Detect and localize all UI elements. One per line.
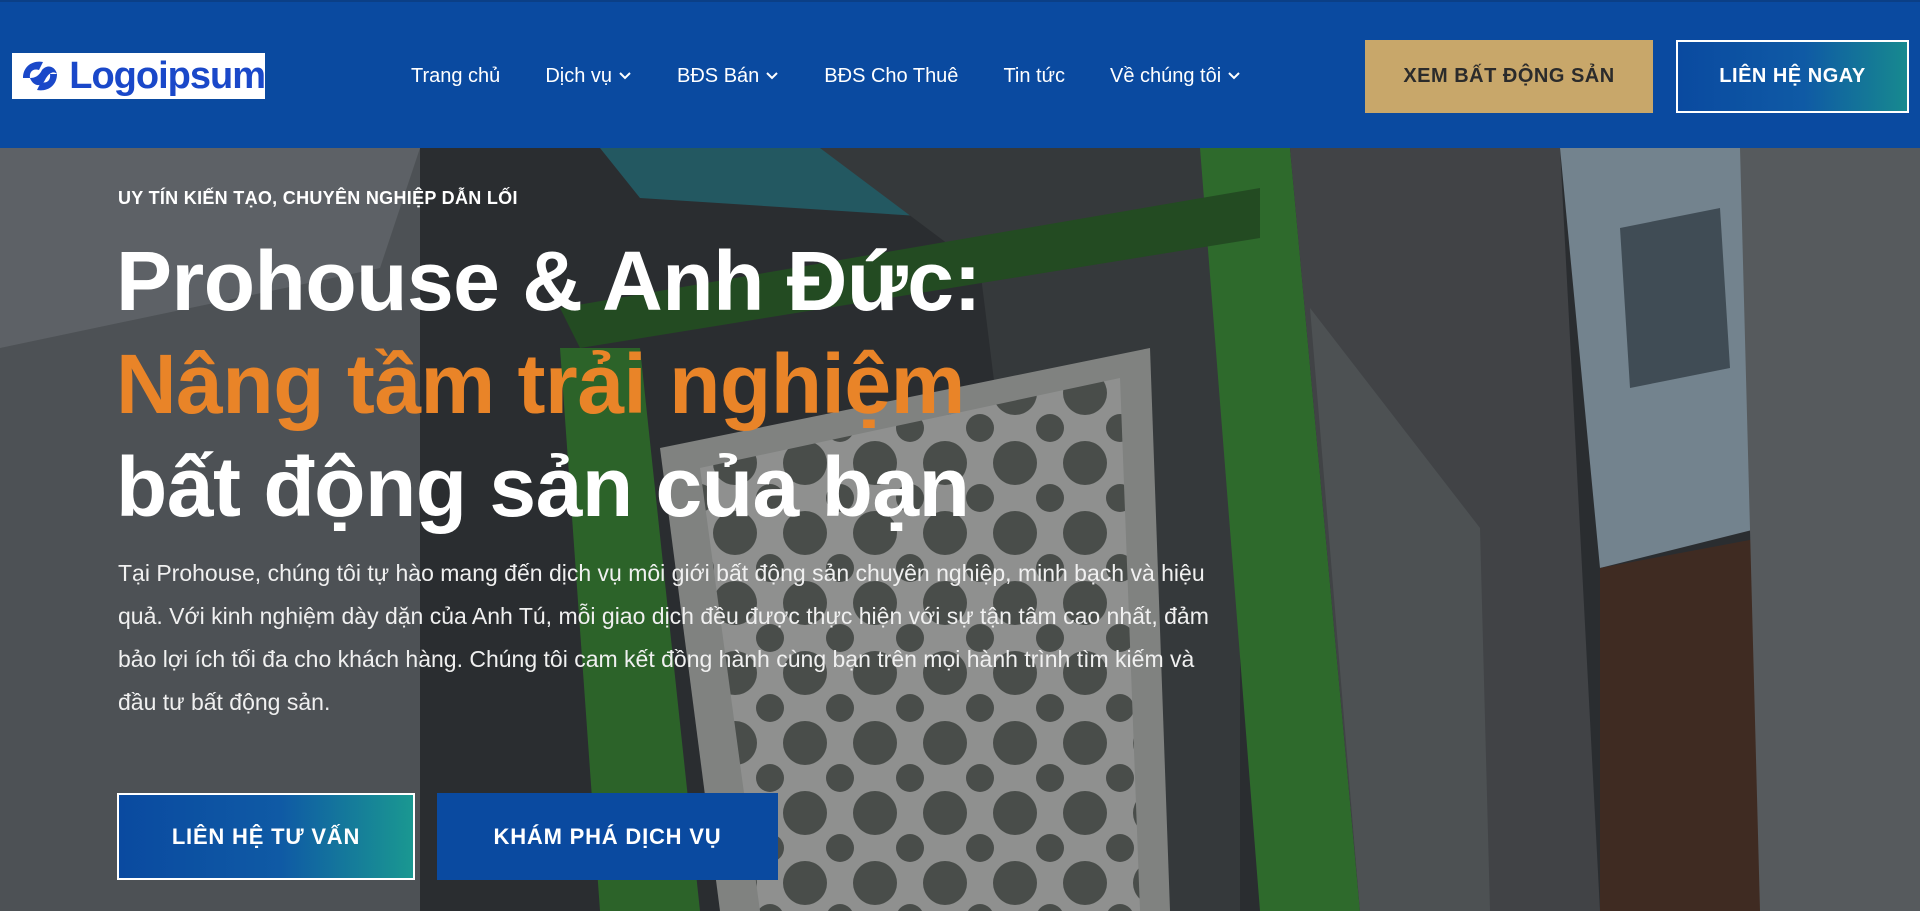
main-nav: Trang chủ Dịch vụ BĐS Bán BĐS Cho Thuê T…	[411, 2, 1241, 150]
nav-item-services[interactable]: Dịch vụ	[545, 65, 632, 88]
chevron-down-icon	[618, 71, 632, 81]
nav-item-property-sale[interactable]: BĐS Bán	[677, 65, 779, 88]
nav-item-label: Về chúng tôi	[1109, 64, 1222, 87]
hero-description: Tại Prohouse, chúng tôi tự hào mang đến …	[118, 560, 1209, 715]
brand-logo[interactable]: Logoipsum	[12, 53, 266, 99]
hero-kicker: UY TÍN KIẾN TẠO, CHUYÊN NGHIỆP DẪN LỐI	[118, 188, 518, 208]
consult-button[interactable]: LIÊN HỆ TƯ VẤN	[117, 793, 415, 880]
hero-title-line3: bất động sản của bạn	[116, 440, 970, 534]
nav-item-label: BĐS Cho Thuê	[824, 64, 959, 87]
nav-item-label: BĐS Bán	[677, 64, 760, 87]
hero-title-line2: Nâng tầm trải nghiệm	[116, 337, 965, 431]
chevron-down-icon	[765, 71, 779, 81]
logo-icon	[12, 53, 67, 99]
nav-item-about[interactable]: Về chúng tôi	[1110, 65, 1241, 88]
contact-now-button[interactable]: LIÊN HỆ NGAY	[1676, 40, 1909, 113]
nav-item-label: Tin tức	[1003, 64, 1065, 87]
nav-item-news[interactable]: Tin tức	[1003, 65, 1065, 88]
site-header: Logoipsum Trang chủ Dịch vụ BĐS Bán BĐS …	[0, 0, 1920, 148]
nav-item-property-rent[interactable]: BĐS Cho Thuê	[824, 65, 958, 88]
nav-item-label: Trang chủ	[411, 64, 501, 87]
nav-item-label: Dịch vụ	[545, 64, 613, 87]
logo-text: Logoipsum	[69, 54, 266, 97]
nav-item-home[interactable]: Trang chủ	[411, 65, 500, 88]
explore-services-button[interactable]: KHÁM PHÁ DỊCH VỤ	[437, 793, 778, 880]
hero-section: UY TÍN KIẾN TẠO, CHUYÊN NGHIỆP DẪN LỐI P…	[0, 148, 1920, 911]
hero-title-line1: Prohouse & Anh Đức:	[116, 234, 981, 328]
chevron-down-icon	[1227, 71, 1241, 81]
view-property-button[interactable]: XEM BẤT ĐỘNG SẢN	[1365, 40, 1653, 113]
